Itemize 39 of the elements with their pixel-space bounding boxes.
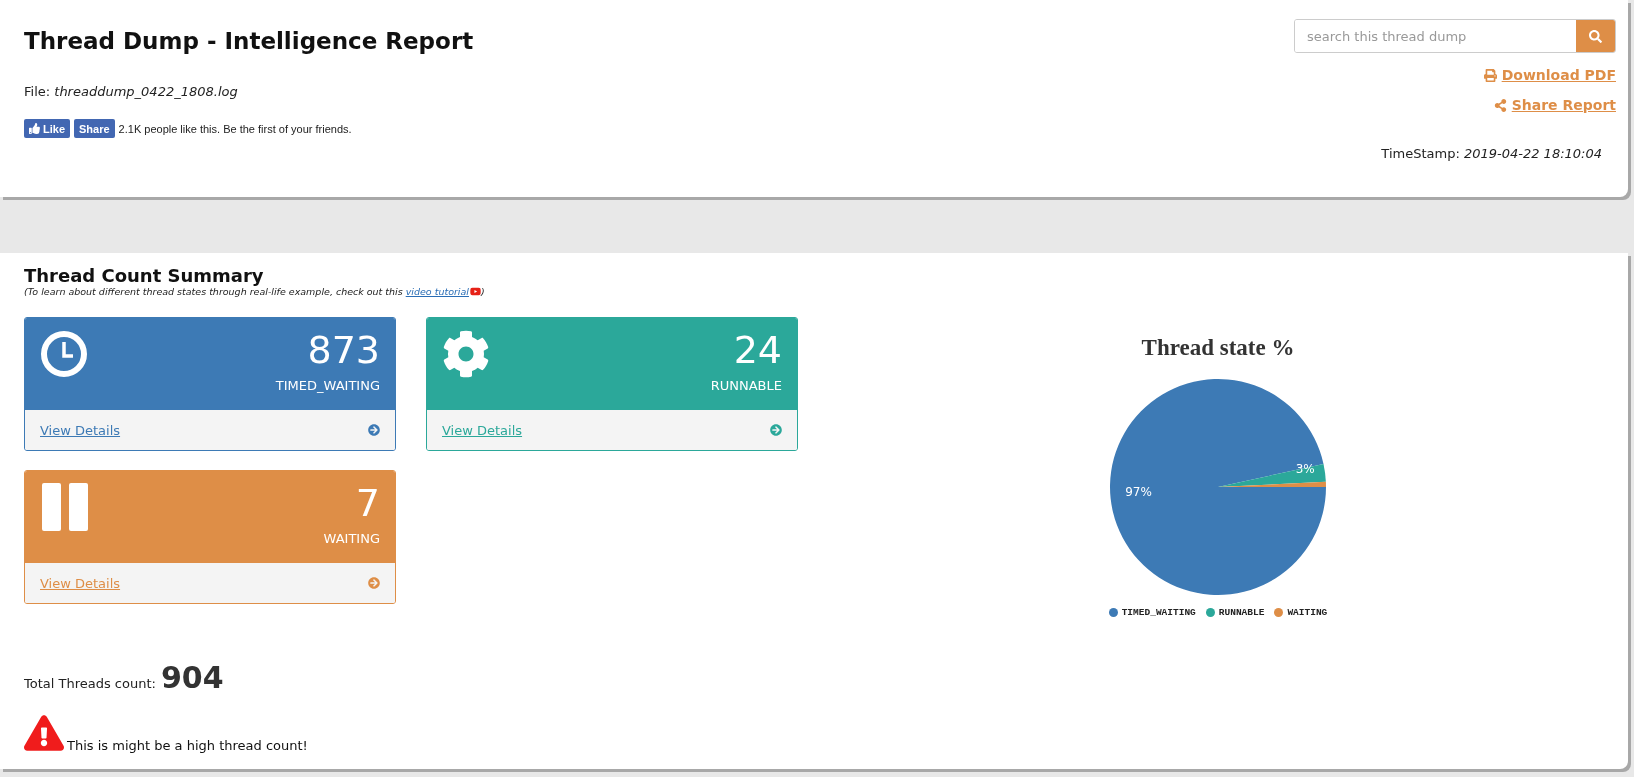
legend-item[interactable]: RUNNABLE [1205, 607, 1265, 618]
state-name: RUNNABLE [710, 377, 782, 393]
state-name: TIMED_WAITING [275, 377, 380, 393]
search-button[interactable] [1576, 20, 1615, 52]
search-field[interactable]: search this thread dump [1294, 19, 1616, 53]
timestamp: TimeStamp: 2019-04-22 18:10:04 [1381, 146, 1602, 161]
share-button[interactable]: Share [74, 119, 115, 138]
tutorial-note: (To learn about different thread states through real-life example, check out this video tutorial ) [24, 286, 486, 297]
warning-text: This is might be a high thread count! [67, 738, 308, 753]
file-name: File: threaddump_0422_1808.log [24, 84, 239, 99]
gear-icon [442, 330, 490, 378]
arrow-icon [368, 424, 380, 436]
total-label: Total Threads count: [24, 676, 156, 691]
like-count: 2.1K people like this. Be the first of your friends. [118, 122, 352, 135]
details-link[interactable]: View Details [40, 422, 121, 438]
state-count: 873 [306, 330, 380, 372]
play-icon [469, 286, 481, 297]
warning-icon [24, 713, 64, 753]
share-icon [1493, 98, 1507, 112]
slice-label: 3% [1295, 462, 1315, 477]
state-name: WAITING [323, 530, 380, 546]
total-count: 904 [160, 660, 224, 695]
clock-icon [40, 330, 88, 378]
slice-label: 97% [1125, 484, 1152, 499]
state-count: 24 [732, 330, 782, 372]
arrow-icon [770, 424, 782, 436]
search-icon [1589, 29, 1602, 43]
legend-item[interactable]: TIMED_WAITING [1108, 607, 1196, 618]
legend-item[interactable]: WAITING [1274, 607, 1328, 618]
like-button[interactable]: Like [24, 119, 70, 138]
video-link[interactable]: video tutorial [405, 286, 481, 297]
printer-icon [1483, 68, 1497, 82]
arrow-icon [368, 577, 380, 589]
state-count: 7 [354, 483, 380, 525]
report-title: Thread Dump - Intelligence Report [24, 28, 474, 54]
thumbs-up-icon [29, 123, 40, 134]
chart-title: Thread state % [1141, 335, 1295, 361]
section-title: Thread Count Summary [24, 265, 265, 286]
pause-icon [40, 483, 88, 531]
